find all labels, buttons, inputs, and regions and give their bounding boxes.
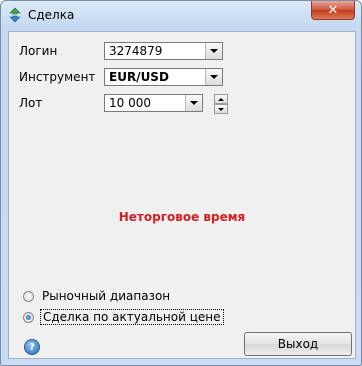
login-label: Логин	[19, 44, 58, 58]
close-icon: ✕	[327, 2, 339, 18]
lot-increment-button[interactable]	[214, 94, 228, 104]
deal-window: Сделка ✕ Логин 3274879 Инструмент EUR/US…	[0, 0, 362, 366]
trading-status-message: Неторговое время	[118, 210, 246, 224]
help-icon[interactable]: ?	[24, 339, 40, 355]
close-button[interactable]: ✕	[311, 1, 355, 20]
chevron-down-icon	[210, 75, 218, 79]
lot-select[interactable]: 10 000	[104, 94, 203, 112]
login-select[interactable]: 3274879	[104, 42, 223, 60]
lot-decrement-button[interactable]	[214, 104, 228, 114]
lot-dropdown-button[interactable]	[185, 95, 202, 111]
login-value: 3274879	[109, 44, 163, 58]
title-bar[interactable]: Сделка ✕	[1, 1, 361, 29]
arrow-up-icon	[218, 97, 224, 101]
window-title: Сделка	[28, 8, 75, 22]
login-dropdown-button[interactable]	[205, 43, 222, 59]
dialog-body: Логин 3274879 Инструмент EUR/USD Лот 10 …	[8, 31, 356, 359]
instrument-label: Инструмент	[19, 70, 96, 84]
radio-market-range[interactable]: Рыночный диапазон	[23, 288, 172, 304]
radio-label-current-price: Сделка по актуальной цене	[40, 309, 224, 325]
instrument-value: EUR/USD	[109, 70, 169, 84]
chevron-down-icon	[190, 101, 198, 105]
radio-button-unselected[interactable]	[23, 290, 34, 302]
exit-button[interactable]: Выход	[244, 332, 352, 356]
instrument-select[interactable]: EUR/USD	[104, 68, 223, 86]
chevron-down-icon	[210, 49, 218, 53]
instrument-dropdown-button[interactable]	[205, 69, 222, 85]
arrow-down-icon	[218, 107, 224, 111]
radio-current-price[interactable]: Сделка по актуальной цене	[23, 309, 224, 325]
lot-stepper[interactable]	[214, 94, 228, 114]
radio-label-market-range: Рыночный диапазон	[42, 289, 171, 303]
app-icon	[9, 7, 21, 23]
lot-label: Лот	[19, 96, 43, 110]
lot-value: 10 000	[109, 96, 151, 110]
radio-button-selected[interactable]	[23, 311, 34, 323]
